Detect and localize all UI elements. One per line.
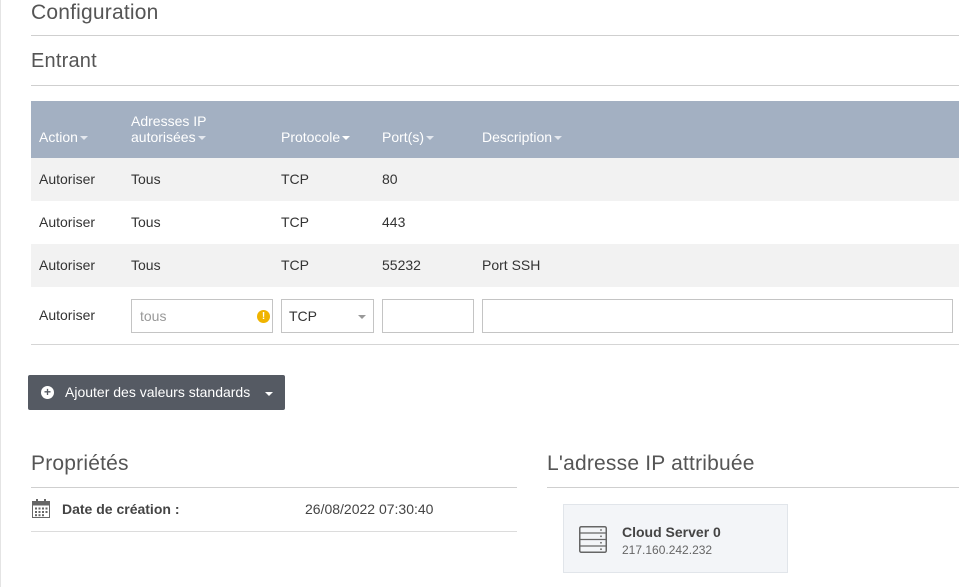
column-header-description[interactable]: Description: [482, 129, 563, 145]
creation-date-value: 26/08/2022 07:30:40: [305, 501, 434, 517]
sort-caret-icon: [426, 136, 434, 141]
table-row: Autoriser Tous TCP 443: [31, 201, 959, 244]
assigned-ip-card[interactable]: Cloud Server 0 217.160.242.232: [563, 504, 788, 573]
plus-circle-icon: +: [41, 386, 54, 399]
chevron-down-icon: [358, 315, 366, 319]
cell-description: Port SSH: [482, 257, 541, 273]
server-ip-address: 217.160.242.232: [622, 543, 713, 557]
config-divider: [31, 35, 959, 36]
cell-action: Autoriser: [39, 257, 96, 273]
port-input[interactable]: [382, 299, 474, 333]
cell-action: Autoriser: [39, 214, 96, 230]
assigned-ip-title: L'adresse IP attribuée: [547, 452, 755, 475]
page-left-border: [0, 0, 1, 587]
caret-down-icon: [265, 392, 273, 396]
assigned-ip-divider: [547, 487, 959, 488]
exclamation-circle-icon: !: [257, 310, 270, 323]
inbound-title: Entrant: [31, 50, 97, 72]
cell-protocol: TCP: [281, 257, 309, 273]
cell-port: 55232: [382, 257, 421, 273]
table-row: Autoriser Tous TCP 55232 Port SSH: [31, 244, 959, 287]
protocol-select[interactable]: TCP: [281, 299, 374, 333]
cell-ip: Tous: [131, 257, 161, 273]
sort-caret-icon: [342, 136, 351, 141]
column-header-ip[interactable]: Adresses IP autorisées: [131, 113, 206, 145]
server-name: Cloud Server 0: [622, 524, 721, 540]
column-header-protocol[interactable]: Protocole: [281, 129, 351, 145]
calendar-icon: [32, 499, 50, 518]
allowed-ip-input[interactable]: [131, 299, 273, 333]
sort-caret-icon: [197, 136, 206, 141]
properties-row-divider: [31, 531, 517, 532]
new-rule-action: Autoriser: [39, 307, 96, 323]
cell-action: Autoriser: [39, 171, 96, 187]
add-default-values-button[interactable]: + Ajouter des valeurs standards: [28, 375, 285, 410]
properties-divider: [31, 487, 517, 488]
creation-date-label: Date de création :: [62, 501, 180, 517]
table-row: Autoriser Tous TCP 80: [31, 158, 959, 201]
add-default-values-label: Ajouter des valeurs standards: [65, 384, 251, 400]
cell-protocol: TCP: [281, 171, 309, 187]
cell-port: 80: [382, 171, 398, 187]
column-header-action[interactable]: Action: [39, 129, 88, 145]
config-title: Configuration: [31, 1, 159, 24]
firewall-table-header: Action Adresses IP autorisées Protocole P…: [31, 101, 959, 158]
cell-protocol: TCP: [281, 214, 309, 230]
sort-caret-icon: [79, 136, 88, 141]
column-header-ports[interactable]: Port(s): [382, 129, 434, 145]
inbound-divider: [31, 85, 959, 86]
properties-title: Propriétés: [31, 452, 129, 475]
description-input[interactable]: [482, 299, 953, 333]
cell-ip: Tous: [131, 214, 161, 230]
protocol-select-value: TCP: [289, 308, 317, 324]
server-icon: [579, 526, 607, 553]
sort-caret-icon: [554, 136, 563, 141]
cell-ip: Tous: [131, 171, 161, 187]
cell-port: 443: [382, 214, 406, 230]
new-rule-row: Autoriser ! TCP: [31, 286, 959, 345]
